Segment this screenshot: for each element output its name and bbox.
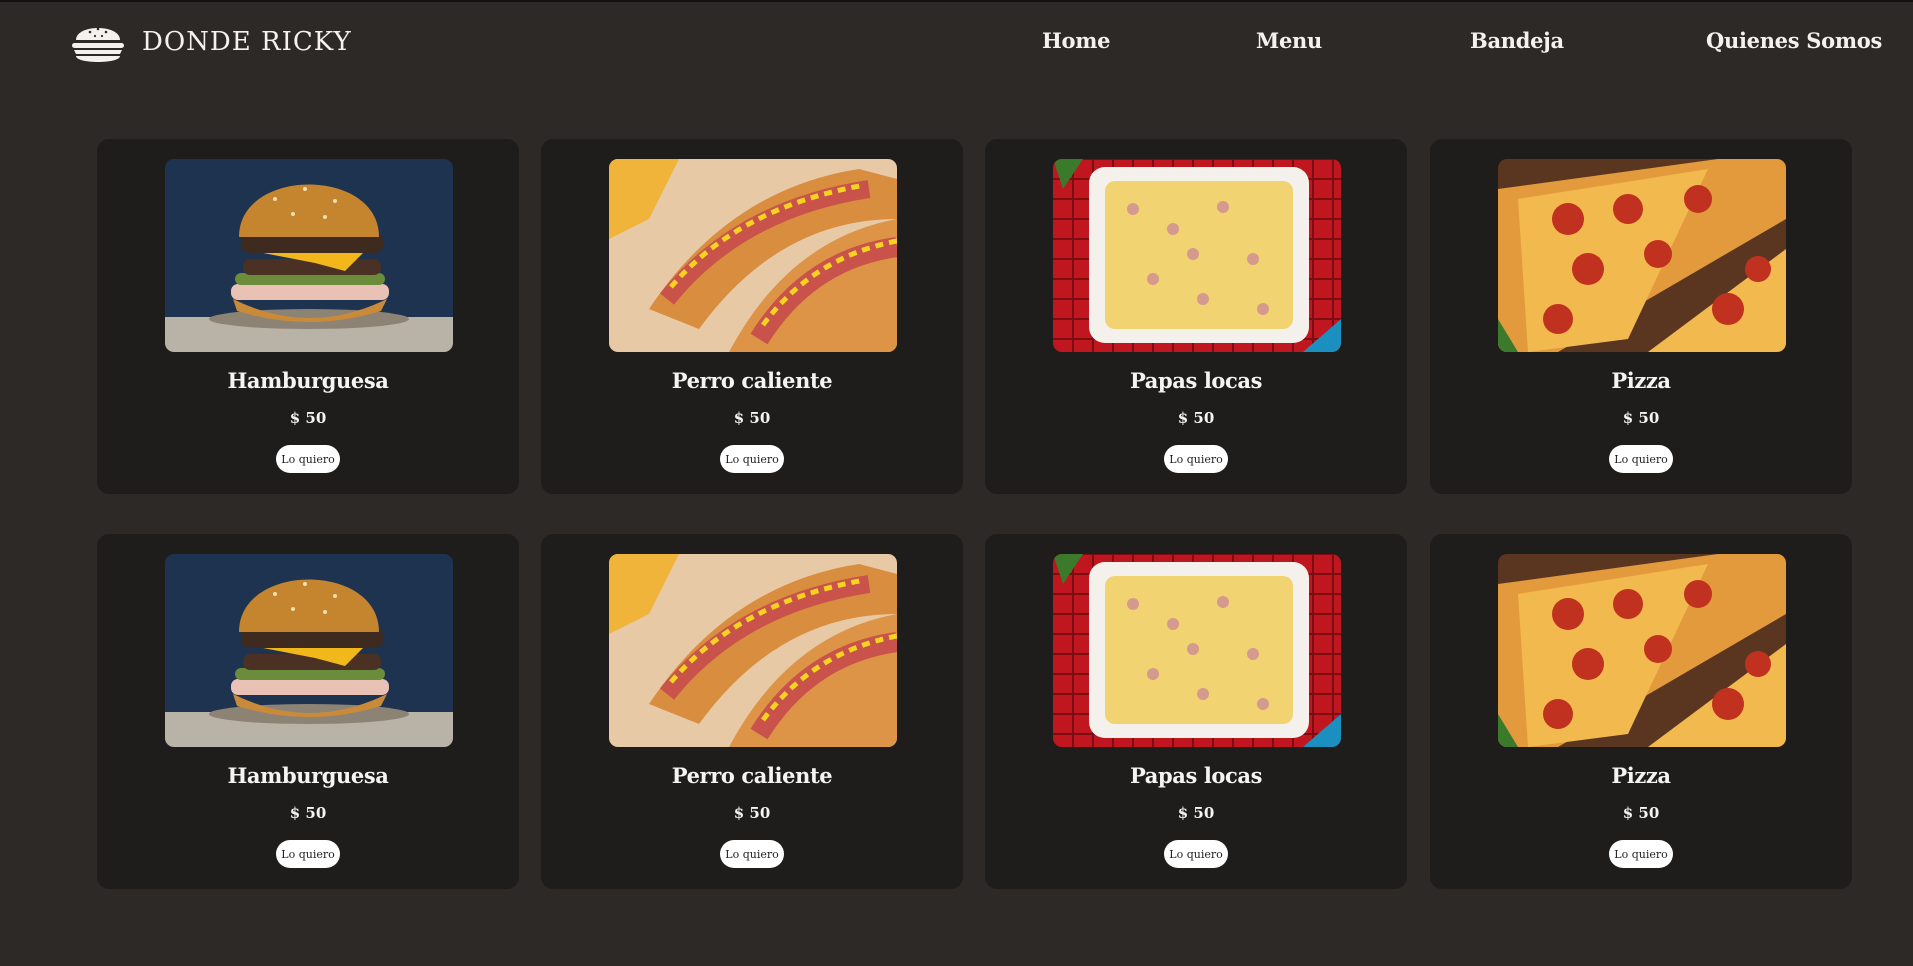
product-price: $ 50 — [1177, 804, 1215, 822]
product-card: Papas locas $ 50 Lo quiero — [985, 139, 1407, 494]
lo-quiero-button[interactable]: Lo quiero — [1609, 445, 1673, 473]
nav-home[interactable]: Home — [1042, 28, 1111, 53]
product-card: Pizza $ 50 Lo quiero — [1430, 139, 1852, 494]
product-card: Perro caliente $ 50 Lo quiero — [541, 534, 963, 889]
hotdog-photo — [609, 159, 897, 352]
papas-locas-photo — [1053, 159, 1341, 352]
lo-quiero-button[interactable]: Lo quiero — [720, 445, 784, 473]
product-card: Hamburguesa $ 50 Lo quiero — [97, 534, 519, 889]
site-header: DONDE RICKY Home Menu Bandeja Quienes So… — [0, 2, 1913, 82]
burger-logo-icon — [72, 27, 124, 62]
product-price: $ 50 — [1622, 409, 1660, 427]
product-name: Papas locas — [1129, 368, 1263, 393]
product-name: Pizza — [1611, 368, 1671, 393]
product-name: Perro caliente — [671, 368, 833, 393]
product-card: Papas locas $ 50 Lo quiero — [985, 534, 1407, 889]
lo-quiero-button[interactable]: Lo quiero — [276, 840, 340, 868]
product-price: $ 50 — [1177, 409, 1215, 427]
lo-quiero-button[interactable]: Lo quiero — [720, 840, 784, 868]
pizza-photo — [1498, 554, 1786, 747]
product-name: Pizza — [1611, 763, 1671, 788]
product-card: Pizza $ 50 Lo quiero — [1430, 534, 1852, 889]
brand[interactable]: DONDE RICKY — [68, 16, 352, 68]
product-price: $ 50 — [289, 409, 327, 427]
product-price: $ 50 — [1622, 804, 1660, 822]
nav-quienes-somos[interactable]: Quienes Somos — [1706, 28, 1882, 53]
papas-locas-photo — [1053, 554, 1341, 747]
product-card: Hamburguesa $ 50 Lo quiero — [97, 139, 519, 494]
product-price: $ 50 — [289, 804, 327, 822]
product-name: Hamburguesa — [227, 763, 389, 788]
lo-quiero-button[interactable]: Lo quiero — [276, 445, 340, 473]
brand-name: DONDE RICKY — [142, 27, 352, 57]
product-card: Perro caliente $ 50 Lo quiero — [541, 139, 963, 494]
product-price: $ 50 — [733, 409, 771, 427]
product-name: Hamburguesa — [227, 368, 389, 393]
pizza-photo — [1498, 159, 1786, 352]
hotdog-photo — [609, 554, 897, 747]
product-name: Perro caliente — [671, 763, 833, 788]
burger-photo — [165, 554, 453, 747]
lo-quiero-button[interactable]: Lo quiero — [1609, 840, 1673, 868]
product-price: $ 50 — [733, 804, 771, 822]
lo-quiero-button[interactable]: Lo quiero — [1164, 840, 1228, 868]
product-name: Papas locas — [1129, 763, 1263, 788]
nav-menu[interactable]: Menu — [1256, 28, 1322, 53]
nav-bandeja[interactable]: Bandeja — [1470, 28, 1564, 53]
lo-quiero-button[interactable]: Lo quiero — [1164, 445, 1228, 473]
burger-photo — [165, 159, 453, 352]
